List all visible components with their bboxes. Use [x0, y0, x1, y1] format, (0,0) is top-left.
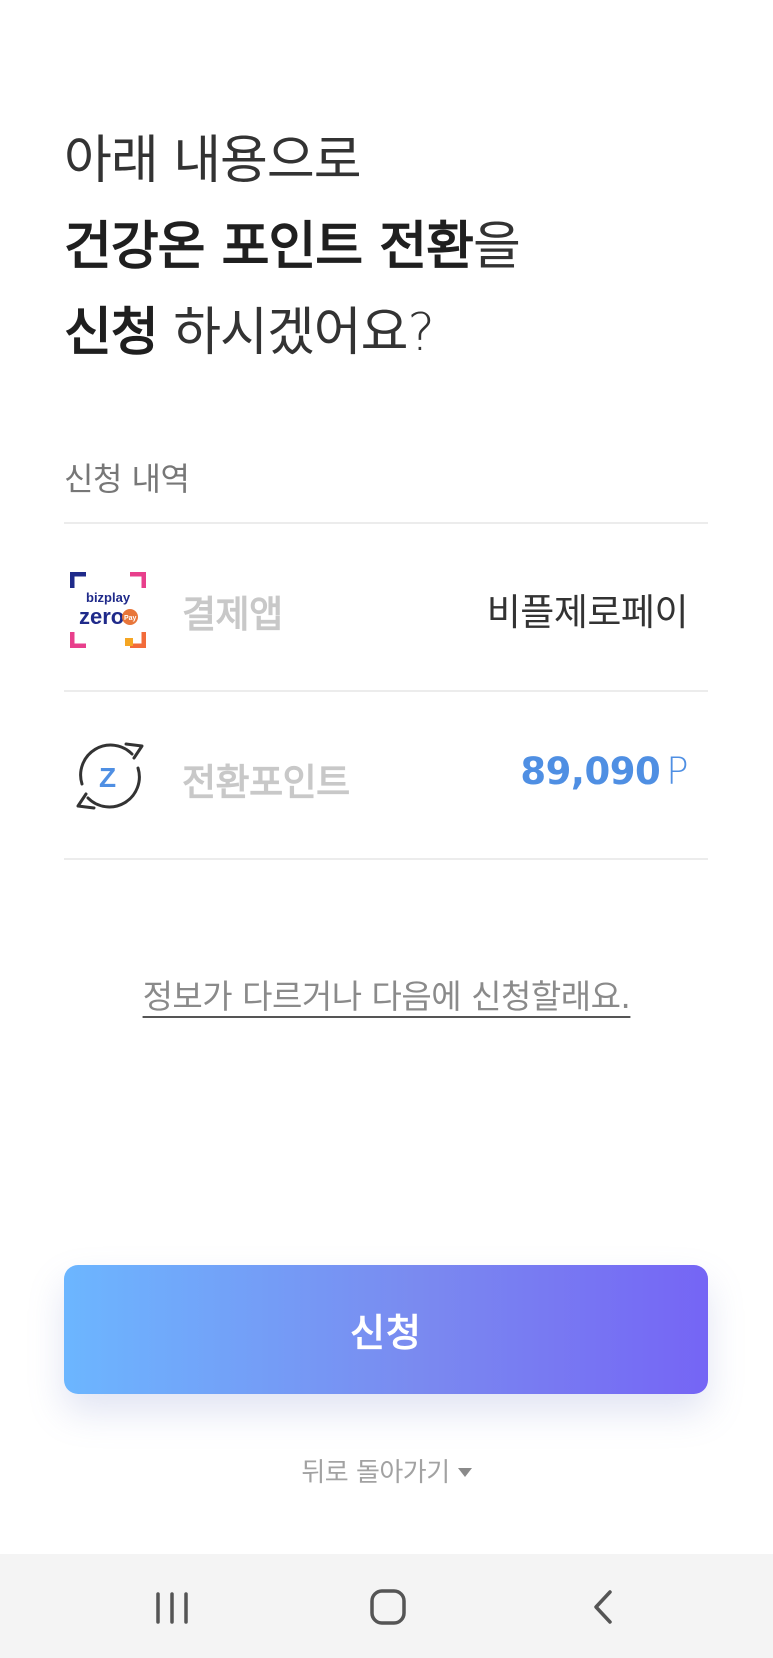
go-back-label: 뒤로 돌아가기 [301, 1458, 450, 1488]
headline-line-2: 건강온 포인트 전환을 [64, 204, 724, 290]
headline-emphasis-conversion: 건강온 포인트 전환 [64, 217, 474, 277]
logo-text-bizplay: bizplay [86, 590, 131, 605]
points-amount: 89,090 [520, 750, 661, 793]
row-label-conversion-points: 전환포인트 [182, 761, 350, 804]
apply-button[interactable]: 신청 [64, 1265, 708, 1394]
headline-emphasis-apply: 신청 [64, 303, 159, 363]
recent-apps-icon[interactable] [142, 1582, 202, 1632]
application-confirm-screen: 아래 내용으로 건강온 포인트 전환을 신청 하시겠어요? 신청 내역 bizp… [0, 0, 773, 1658]
row-label-payment-app: 결제앱 [182, 593, 283, 636]
detail-row-payment-app: bizplay zero Pay 결제앱 비플제로페이 [64, 524, 708, 690]
alt-link-container: 정보가 다르거나 다음에 신청할래요. [0, 970, 773, 1018]
headline-particle: 을 [472, 217, 521, 277]
exchange-icon-letter: Z [99, 762, 116, 793]
page-headline: 아래 내용으로 건강온 포인트 전환을 신청 하시겠어요? [64, 118, 724, 376]
points-unit: P [666, 750, 688, 793]
headline-question: 하시겠어요? [157, 303, 435, 363]
headline-line-3: 신청 하시겠어요? [64, 290, 724, 376]
go-back-link[interactable]: 뒤로 돌아가기 [0, 1452, 773, 1489]
row-value-conversion-points: 89,090 P [520, 750, 688, 793]
bizplay-zero-pay-logo-icon: bizplay zero Pay [69, 571, 147, 649]
caret-down-icon [457, 1468, 472, 1477]
back-icon[interactable] [574, 1582, 634, 1632]
apply-later-link[interactable]: 정보가 다르거나 다음에 신청할래요. [143, 977, 631, 1016]
system-navigation-bar [0, 1554, 773, 1658]
logo-text-pay: Pay [124, 615, 137, 622]
point-exchange-icon: Z [70, 736, 146, 812]
detail-row-conversion-points: Z 전환포인트 89,090 P [64, 692, 708, 858]
headline-line-1: 아래 내용으로 [64, 131, 362, 191]
logo-text-zero: zero [79, 604, 124, 629]
section-label-application-details: 신청 내역 [64, 460, 190, 498]
divider [64, 858, 708, 860]
home-icon[interactable] [358, 1582, 418, 1632]
row-value-payment-app: 비플제로페이 [486, 591, 689, 634]
